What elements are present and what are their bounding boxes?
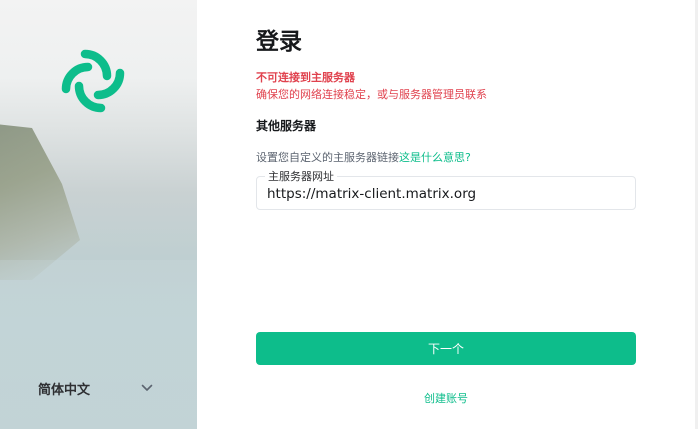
section-title: 其他服务器 [256,119,317,133]
server-hint: 设置您自定义的主服务器链接这是什么意思? [256,149,471,165]
help-link[interactable]: 这是什么意思? [399,151,471,164]
chevron-down-icon [141,384,153,391]
login-form: 登录 不可连接到主服务器 确保您的网络连接稳定，或与服务器管理员联系 其他服务器… [256,0,636,429]
error-title: 不可连接到主服务器 [256,71,355,84]
error-description: 确保您的网络连接稳定，或与服务器管理员联系 [256,88,487,101]
mountain-background [0,120,80,280]
homeserver-field-label: 主服务器网址 [265,171,337,183]
next-button[interactable]: 下一个 [256,332,636,365]
lake-background [0,260,197,429]
create-account-link[interactable]: 创建账号 [256,390,636,406]
homeserver-url-input[interactable] [267,186,627,202]
homeserver-field: 主服务器网址 [256,171,636,210]
hint-text: 设置您自定义的主服务器链接 [256,151,399,164]
page-title: 登录 [256,29,302,55]
language-label: 简体中文 [38,382,91,398]
left-panel: 简体中文 [0,0,197,429]
language-selector[interactable]: 简体中文 [38,378,153,398]
element-logo-icon [61,49,125,113]
